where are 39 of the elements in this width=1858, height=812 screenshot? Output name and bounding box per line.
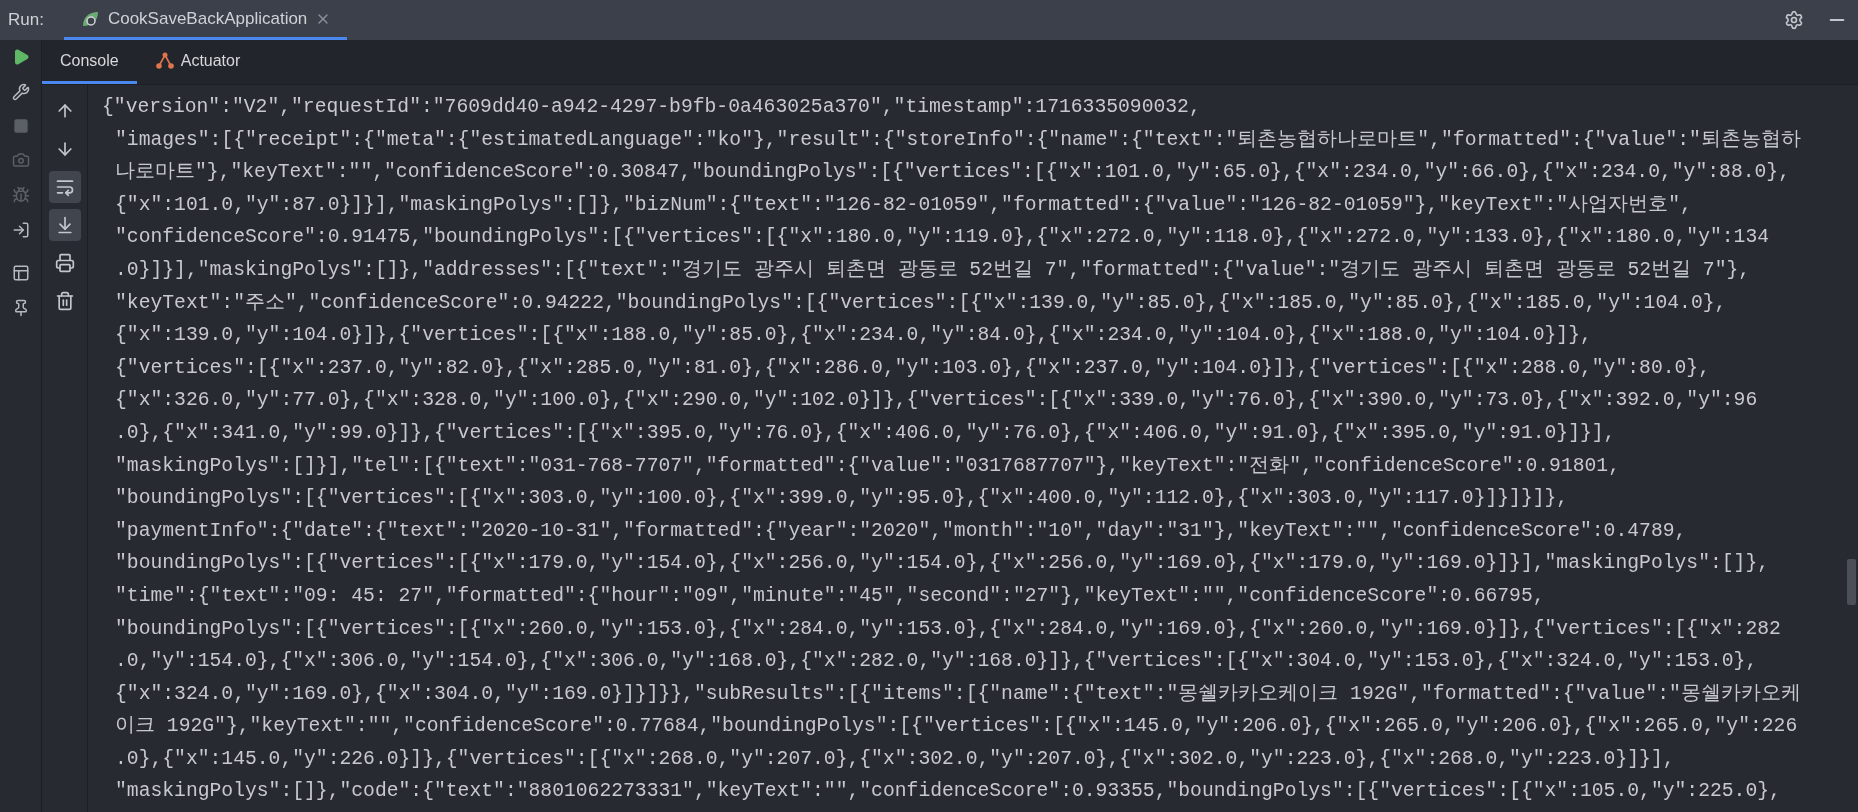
console-line: "images":[{"receipt":{"meta":{"estimatedLanguage":"ko"},"result":{"storeInfo":{"name":{"text":"퇴촌농협하나로마트","formatted":{"value":"퇴촌농협하 bbox=[115, 127, 1801, 153]
trash-icon bbox=[54, 291, 75, 311]
console-line: .0},{"x":341.0,"y":99.0}]},{"vertices":[{"x":395.0,"y":76.0},{"x":406.0,"y":76.0},{"x":406.0,"y":91.0},{"x":395.0,"y":91.0}]}], bbox=[115, 420, 1616, 446]
wrench-icon[interactable] bbox=[11, 83, 30, 101]
console-line: "boundingPolys":[{"vertices":[{"x":303.0,"y":100.0},{"x":399.0,"y":95.0},{"x":400.0,"y":112.0},{"x":303.0,"y":117.0}]}]}]}, bbox=[115, 486, 1569, 512]
run-tab-label: CookSaveBackApplication bbox=[107, 7, 308, 30]
console-line: .0}]}],"maskingPolys":[]},"addresses":[{"text":"경기도 광주시 퇴촌면 광동로 52번길 7","formatted":{"value":"경기도 광주시 퇴촌면 광동로 52번길 7"}, bbox=[115, 257, 1751, 283]
wrap-icon bbox=[54, 177, 75, 197]
console-line: "paymentInfo":{"date":{"text":"2020-10-31","formatted":{"year":"2020","month":"10","day":"31"},"keyText":"","confidenceScore":0.4789, bbox=[115, 518, 1687, 544]
console-line: {"x":139.0,"y":104.0}]},{"vertices":[{"x":188.0,"y":85.0},{"x":234.0,"y":84.0},{"x":234.0,"y":104.0},{"x":188.0,"y":104.0}]}, bbox=[115, 323, 1592, 349]
console-line: {"x":324.0,"y":169.0},{"x":304.0,"y":169.0}]}]}},"subResults":[{"items":[{"name":{"text":"몽쉘카카오케이크 192G","formatted":{"value":"몽쉘카카오케 bbox=[115, 681, 1801, 707]
console-line: "boundingPolys":[{"vertices":[{"x":260.0,"y":153.0},{"x":284.0,"y":153.0},{"x":284.0,"y":169.0},{"x":260.0,"y":169.0}]},{"vertices":[{"x":282 bbox=[115, 616, 1781, 642]
console-tab[interactable]: Actuator bbox=[136, 40, 259, 84]
wrap-button[interactable] bbox=[48, 171, 81, 203]
console-line: 나로마트"},"keyText":"","confidenceScore":0.30847,"boundingPolys":[{"vertices":[{"x":101.0,"y":65.0},{"x":234.0,"y":66.0},{"x":234.0,"y":88.0}, bbox=[115, 160, 1790, 186]
console-tab[interactable]: Console bbox=[42, 40, 137, 84]
console-line: {"x":326.0,"y":77.0},{"x":328.0,"y":100.0},{"x":290.0,"y":102.0}]},{"vertices":[{"x":339.0,"y":76.0},{"x":390.0,"y":73.0},{"x":392.0,"y":96 bbox=[115, 388, 1758, 414]
console-line: .0},{"x":145.0,"y":226.0}]},{"vertices":[{"x":268.0,"y":207.0},{"x":302.0,"y":207.0},{"x":302.0,"y":223.0},{"x":268.0,"y":223.0}]}], bbox=[115, 746, 1675, 772]
console-line: "boundingPolys":[{"vertices":[{"x":179.0,"y":154.0},{"x":256.0,"y":154.0},{"x":256.0,"y":169.0},{"x":179.0,"y":169.0}]}],"maskingPolys":[]}, bbox=[115, 551, 1770, 577]
login-icon[interactable] bbox=[11, 221, 30, 239]
console-line: "maskingPolys":[]},"code":{"text":"8801062273331","keyText":"","confidenceScore":0.93355,"boundingPolys":[{"vertices":[{"x":105.0,"y":225.0}, bbox=[115, 779, 1781, 805]
scroll-to-end-button[interactable] bbox=[48, 209, 81, 241]
console-line: {"version":"V2","requestId":"7609dd40-a942-4297-b9fb-0a463025a370","timestamp":1716335090032, bbox=[102, 95, 1201, 120]
console-line: 이크 192G"},"keyText":"","confidenceScore":0.77684,"boundingPolys":[{"vertices":[{"x":145.0,"y":206.0},{"x":265.0,"y":206.0},{"x":265.0,"y":226 bbox=[115, 714, 1798, 740]
settings-icon[interactable] bbox=[1784, 10, 1804, 30]
console-line: {"x":101.0,"y":87.0}]}],"maskingPolys":[]},"bizNum":{"text":"126-82-01059","formatted":{"value":"126-82-01059"},"keyText":"사업자번호", bbox=[115, 192, 1692, 218]
console-line: "confidenceScore":0.91475,"boundingPolys":[{"vertices":[{"x":180.0,"y":119.0},{"x":272.0,"y":118.0},{"x":272.0,"y":133.0},{"x":180.0,"y":134 bbox=[115, 225, 1770, 251]
console-tab-label: Console bbox=[60, 50, 119, 71]
console-line: {"vertices":[{"x":237.0,"y":82.0},{"x":285.0,"y":81.0},{"x":286.0,"y":103.0},{"x":237.0,"y":104.0}]},{"vertices":[{"x":288.0,"y":80.0}, bbox=[115, 355, 1710, 381]
console-tab-label: Actuator bbox=[180, 50, 241, 71]
run-label: Run: bbox=[8, 9, 44, 32]
console-line: "maskingPolys":[]}],"tel":[{"text":"031-768-7707","formatted":{"value":"0317687707"},"keyText":"전화","confidenceScore":0.91801, bbox=[115, 453, 1620, 479]
nodes-icon bbox=[154, 50, 175, 71]
scrollbar-thumb[interactable] bbox=[1847, 559, 1856, 605]
console-line: .0,"y":154.0},{"x":306.0,"y":154.0},{"x":306.0,"y":168.0},{"x":282.0,"y":168.0}]},{"vertices":[{"x":304.0,"y":153.0},{"x":324.0,"y":153.0}, bbox=[115, 649, 1758, 675]
layout-icon[interactable] bbox=[11, 264, 30, 282]
console-line: "time":{"text":"09: 45: 27","formatted":{"hour":"09","minute":"45","second":"27"},"keyText":"","confidenceScore":0.66795, bbox=[115, 583, 1545, 609]
printer-icon bbox=[54, 253, 75, 273]
console-line: "keyText":"주소","confidenceScore":0.94222,"boundingPolys":[{"vertices":[{"x":139.0,"y":85.0},{"x":185.0,"y":85.0},{"x":185.0,"y":104.0}, bbox=[115, 290, 1727, 316]
